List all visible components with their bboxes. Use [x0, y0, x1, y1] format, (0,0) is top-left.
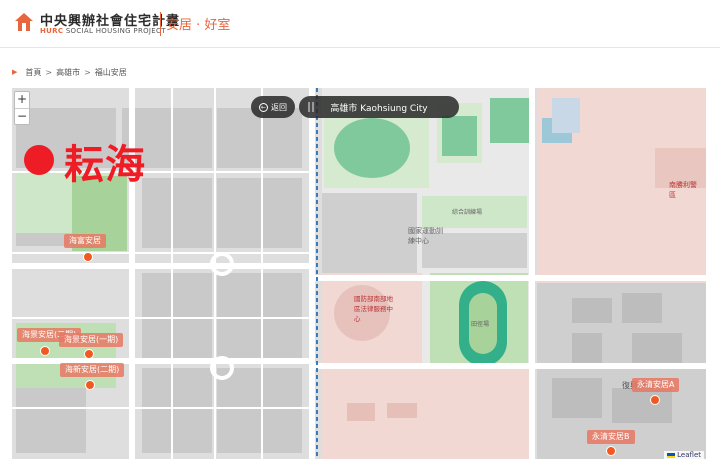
breadcrumb-arrow-icon: ▶ [12, 68, 18, 76]
project-tag-hai-fu[interactable]: 海富安居 [64, 234, 106, 248]
project-pin-hai-jing-1[interactable] [84, 349, 94, 359]
project-pin-hai-jing-2[interactable] [40, 346, 50, 356]
featured-site-marker[interactable] [24, 145, 54, 175]
city-title: 高雄市 Kaohsiung City [330, 103, 428, 114]
featured-site-name[interactable]: 耘海 [64, 132, 146, 190]
gym-label: 綜合訓練場 [452, 209, 483, 216]
slogan: 安居 · 好室 [166, 18, 231, 33]
logo-subtitle: HURC SOCIAL HOUSING PROJECT [40, 27, 166, 35]
breadcrumb-separator: > [45, 67, 53, 77]
leaflet-link[interactable]: Leaflet [677, 451, 701, 459]
leaflet-flag-icon [667, 452, 676, 458]
zoom-control: + − [14, 91, 30, 125]
site-header: 中央興辦社會住宅計畫 HURC SOCIAL HOUSING PROJECT 安… [0, 0, 720, 48]
back-button-label: 返回 [271, 102, 287, 112]
project-tag-hai-jing-1[interactable]: 海景安居(一期) [59, 333, 124, 347]
logo-subtitle-text: SOCIAL HOUSING PROJECT [65, 27, 166, 35]
military-label: 國防部南部地區法律服務中心 [354, 295, 393, 323]
sport-center-label: 國家運動訓練中心 [408, 227, 443, 245]
project-pin-yong-qing-a[interactable] [650, 395, 660, 405]
breadcrumb-city[interactable]: 高雄市 [56, 67, 80, 78]
back-button[interactable]: ← 返回 [251, 96, 295, 118]
grip-icon [308, 102, 314, 112]
logo-brand: HURC [40, 27, 64, 35]
project-tag-yong-qing-a[interactable]: 永清安居A [632, 378, 680, 392]
map-view[interactable]: 國家運動訓練中心 綜合訓練場 田徑場 國防部南部地區法律服務中心 南勝利警區 復… [12, 88, 706, 459]
project-tag-hai-xin-2[interactable]: 海新安居(二期) [60, 363, 125, 377]
breadcrumb-current: 福山安居 [94, 67, 127, 77]
track-label: 田徑場 [471, 321, 490, 328]
zoom-out-button[interactable]: − [15, 108, 29, 124]
leaflet-attribution[interactable]: Leaflet [664, 451, 704, 459]
breadcrumb: ▶ 首頁 > 高雄市 > 福山安居 [12, 64, 127, 80]
breadcrumb-home[interactable]: 首頁 [25, 67, 41, 78]
project-pin-hai-fu[interactable] [83, 252, 93, 262]
hurc-logo-icon[interactable] [14, 12, 34, 32]
police-label: 南勝利警區 [669, 181, 697, 199]
project-pin-hai-xin-2[interactable] [85, 380, 95, 390]
breadcrumb-separator: > [84, 67, 91, 77]
header-divider [160, 12, 161, 36]
zoom-in-button[interactable]: + [15, 92, 29, 108]
back-arrow-icon: ← [259, 102, 268, 112]
city-title-bar: 高雄市 Kaohsiung City [299, 96, 459, 118]
project-tag-yong-qing-b[interactable]: 永清安居B [587, 430, 635, 444]
project-pin-yong-qing-b[interactable] [606, 446, 616, 456]
